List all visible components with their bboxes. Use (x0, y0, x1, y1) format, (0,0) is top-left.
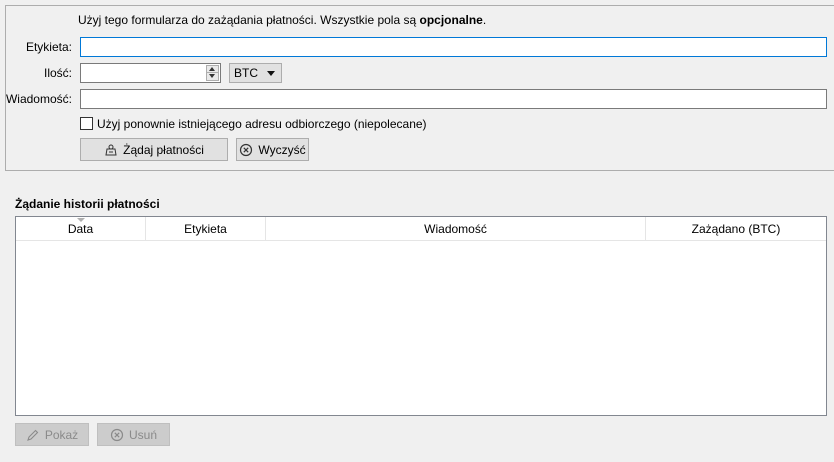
edit-icon (26, 428, 40, 442)
reuse-address-label: Użyj ponownie istniejącego adresu odbior… (97, 116, 427, 131)
reuse-address-checkbox[interactable] (80, 117, 93, 131)
spin-down-button[interactable] (207, 73, 218, 80)
unit-select-value: BTC (234, 66, 258, 80)
reuse-address-row[interactable]: Użyj ponownie istniejącego adresu odbior… (80, 116, 427, 131)
clear-button[interactable]: Wyczyść (236, 138, 309, 161)
message-input[interactable] (80, 89, 827, 109)
clear-icon (239, 143, 253, 157)
label-input[interactable] (80, 37, 827, 57)
amount-spin-buttons (206, 65, 219, 81)
remove-label: Usuń (128, 427, 157, 442)
history-title: Żądanie historii płatności (15, 197, 160, 211)
spin-up-button[interactable] (207, 66, 218, 73)
payment-history-table[interactable]: Data Etykieta Wiadomość Zażądano (BTC) (15, 216, 827, 416)
arrow-up-icon (209, 67, 215, 71)
remove-button[interactable]: Usuń (97, 423, 170, 446)
table-header: Data Etykieta Wiadomość Zażądano (BTC) (16, 217, 826, 241)
request-payment-button[interactable]: Żądaj płatności (80, 138, 228, 161)
message-field-label: Wiadomość: (5, 92, 72, 106)
amount-spinbox[interactable] (80, 63, 221, 83)
column-header-label[interactable]: Etykieta (146, 217, 266, 241)
label-field-label: Etykieta: (25, 40, 72, 54)
amount-input[interactable] (81, 64, 205, 82)
arrow-down-icon (209, 74, 215, 78)
request-payment-label: Żądaj płatności (123, 142, 204, 157)
show-label: Pokaż (44, 427, 79, 442)
form-intro: Użyj tego formularza do zażądania płatno… (78, 13, 487, 27)
sort-indicator-icon (77, 218, 85, 222)
column-header-requested[interactable]: Zażądano (BTC) (646, 217, 826, 241)
column-header-date[interactable]: Data (16, 217, 146, 241)
remove-icon (110, 428, 124, 442)
column-header-message[interactable]: Wiadomość (266, 217, 646, 241)
request-payment-icon (104, 143, 118, 157)
show-button[interactable]: Pokaż (15, 423, 89, 446)
unit-select[interactable]: BTC (229, 63, 282, 83)
amount-field-label: Ilość: (43, 66, 72, 80)
chevron-down-icon (267, 71, 275, 76)
clear-label: Wyczyść (258, 142, 306, 157)
